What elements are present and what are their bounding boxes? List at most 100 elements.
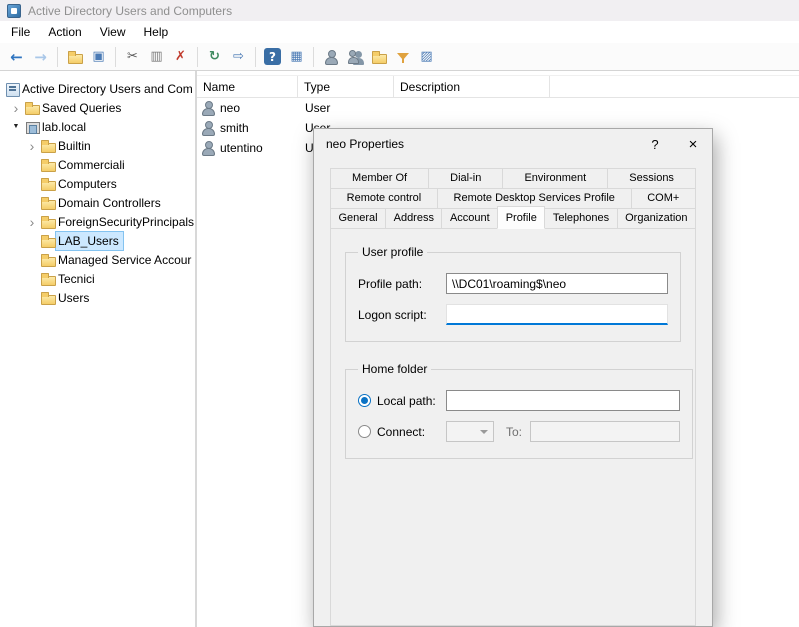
connect-label: Connect: xyxy=(377,425,425,439)
to-label: To: xyxy=(506,425,522,439)
column-header-description[interactable]: Description xyxy=(394,76,550,97)
row-name: utentino xyxy=(220,141,263,155)
tree-item-users[interactable]: Users xyxy=(0,288,195,307)
tree-item-label: Computers xyxy=(58,177,117,191)
toolbar-separator xyxy=(115,47,116,67)
tab-environment[interactable]: Environment xyxy=(502,168,608,189)
tree-item-commerciali[interactable]: Commerciali xyxy=(0,155,195,174)
forward-icon[interactable]: → xyxy=(29,45,52,68)
local-path-radio[interactable] xyxy=(358,394,371,407)
properties-window-icon[interactable]: ▦ xyxy=(285,45,308,68)
menu-view[interactable]: View xyxy=(91,22,135,42)
toolbar-separator xyxy=(197,47,198,67)
cut-icon[interactable]: ✂ xyxy=(121,45,144,68)
tab-row-3: General Address Account Profile Telephon… xyxy=(330,208,696,229)
local-path-input[interactable] xyxy=(446,390,680,411)
chevron-down-icon xyxy=(480,430,488,434)
tree-item-saved-queries[interactable]: Saved Queries xyxy=(0,98,195,117)
folder-icon xyxy=(40,233,56,249)
folder-icon xyxy=(40,271,56,287)
tab-organization[interactable]: Organization xyxy=(617,208,696,229)
list-row-neo[interactable]: neo User xyxy=(197,98,799,118)
connect-to-input[interactable] xyxy=(530,421,680,442)
tree-item-label: Tecnici xyxy=(58,272,95,286)
tab-remote-control[interactable]: Remote control xyxy=(330,188,438,209)
tree-item-label: lab.local xyxy=(42,120,86,134)
new-group-icon[interactable] xyxy=(343,45,366,68)
local-path-label: Local path: xyxy=(377,394,436,408)
column-header-type[interactable]: Type xyxy=(298,76,394,97)
users-icon xyxy=(347,49,363,65)
user-icon xyxy=(200,140,216,156)
delete-icon[interactable]: ✗ xyxy=(169,45,192,68)
directory-icon xyxy=(4,81,20,97)
tree-item-foreign-security-principals[interactable]: ForeignSecurityPrincipals xyxy=(0,212,195,231)
dialog-titlebar: neo Properties ? × xyxy=(314,129,712,159)
tree-item-label: Saved Queries xyxy=(42,101,121,115)
console-tree-icon[interactable]: ▣ xyxy=(87,45,110,68)
new-ou-icon[interactable] xyxy=(367,45,390,68)
tab-member-of[interactable]: Member Of xyxy=(330,168,429,189)
refresh-icon[interactable]: ↻ xyxy=(203,45,226,68)
advanced-icon[interactable]: ▨ xyxy=(415,45,438,68)
tab-account[interactable]: Account xyxy=(441,208,498,229)
tree-item-label: Active Directory Users and Com xyxy=(22,82,193,96)
tree-item-label: Users xyxy=(58,291,89,305)
dialog-help-button[interactable]: ? xyxy=(636,129,674,159)
logon-script-input[interactable] xyxy=(446,304,668,325)
chevron-right-icon[interactable] xyxy=(24,214,40,230)
filter-icon[interactable] xyxy=(391,45,414,68)
back-icon[interactable]: ← xyxy=(5,45,28,68)
tree-item-label: Builtin xyxy=(58,139,91,153)
tree-item-ad-root[interactable]: Active Directory Users and Com xyxy=(0,79,195,98)
chevron-right-icon[interactable] xyxy=(24,138,40,154)
help-icon[interactable]: ? xyxy=(264,48,281,65)
tree-item-label: Commerciali xyxy=(58,158,125,172)
chevron-right-icon[interactable] xyxy=(8,100,24,116)
export-list-icon[interactable]: ⇨ xyxy=(227,45,250,68)
folder-icon xyxy=(40,157,56,173)
tab-com-plus[interactable]: COM+ xyxy=(631,188,696,209)
tab-telephones[interactable]: Telephones xyxy=(544,208,617,229)
drive-letter-dropdown[interactable] xyxy=(446,421,494,442)
menu-action[interactable]: Action xyxy=(39,22,90,42)
tab-dial-in[interactable]: Dial-in xyxy=(428,168,503,189)
column-header-name[interactable]: Name xyxy=(197,76,298,97)
dialog-close-button[interactable]: × xyxy=(674,129,712,159)
open-folder-icon[interactable] xyxy=(63,45,86,68)
tree-item-tecnici[interactable]: Tecnici xyxy=(0,269,195,288)
tree-item-managed-service-accounts[interactable]: Managed Service Accour xyxy=(0,250,195,269)
menu-file[interactable]: File xyxy=(2,22,39,42)
tab-general[interactable]: General xyxy=(330,208,386,229)
connect-radio[interactable] xyxy=(358,425,371,438)
tree-item-builtin[interactable]: Builtin xyxy=(0,136,195,155)
toolbar-separator xyxy=(313,47,314,67)
tab-address[interactable]: Address xyxy=(385,208,442,229)
home-folder-group: Home folder Local path: Connect: To: xyxy=(345,362,693,459)
new-user-icon[interactable] xyxy=(319,45,342,68)
menu-help[interactable]: Help xyxy=(135,22,178,42)
folder-icon xyxy=(40,195,56,211)
neo-properties-dialog: neo Properties ? × Member Of Dial-in Env… xyxy=(313,128,713,627)
chevron-down-icon[interactable] xyxy=(8,119,24,135)
tree-item-lab-users[interactable]: LAB_Users xyxy=(0,231,195,250)
user-profile-group: User profile Profile path: Logon script: xyxy=(345,245,681,342)
profile-path-input[interactable] xyxy=(446,273,668,294)
folder-icon xyxy=(67,49,83,65)
tree-item-computers[interactable]: Computers xyxy=(0,174,195,193)
tree-item-lab-local[interactable]: lab.local xyxy=(0,117,195,136)
paste-icon[interactable]: ▥ xyxy=(145,45,168,68)
folder-icon xyxy=(40,176,56,192)
tree-item-domain-controllers[interactable]: Domain Controllers xyxy=(0,193,195,212)
window-title: Active Directory Users and Computers xyxy=(28,4,232,18)
folder-icon xyxy=(40,138,56,154)
row-name: smith xyxy=(220,121,249,135)
folder-icon xyxy=(40,290,56,306)
folder-icon xyxy=(371,49,387,65)
user-icon xyxy=(200,100,216,116)
toolbar-separator xyxy=(57,47,58,67)
tab-row-1: Member Of Dial-in Environment Sessions xyxy=(330,168,696,189)
tab-profile[interactable]: Profile xyxy=(497,206,545,229)
tab-sessions[interactable]: Sessions xyxy=(607,168,696,189)
toolbar-separator xyxy=(255,47,256,67)
